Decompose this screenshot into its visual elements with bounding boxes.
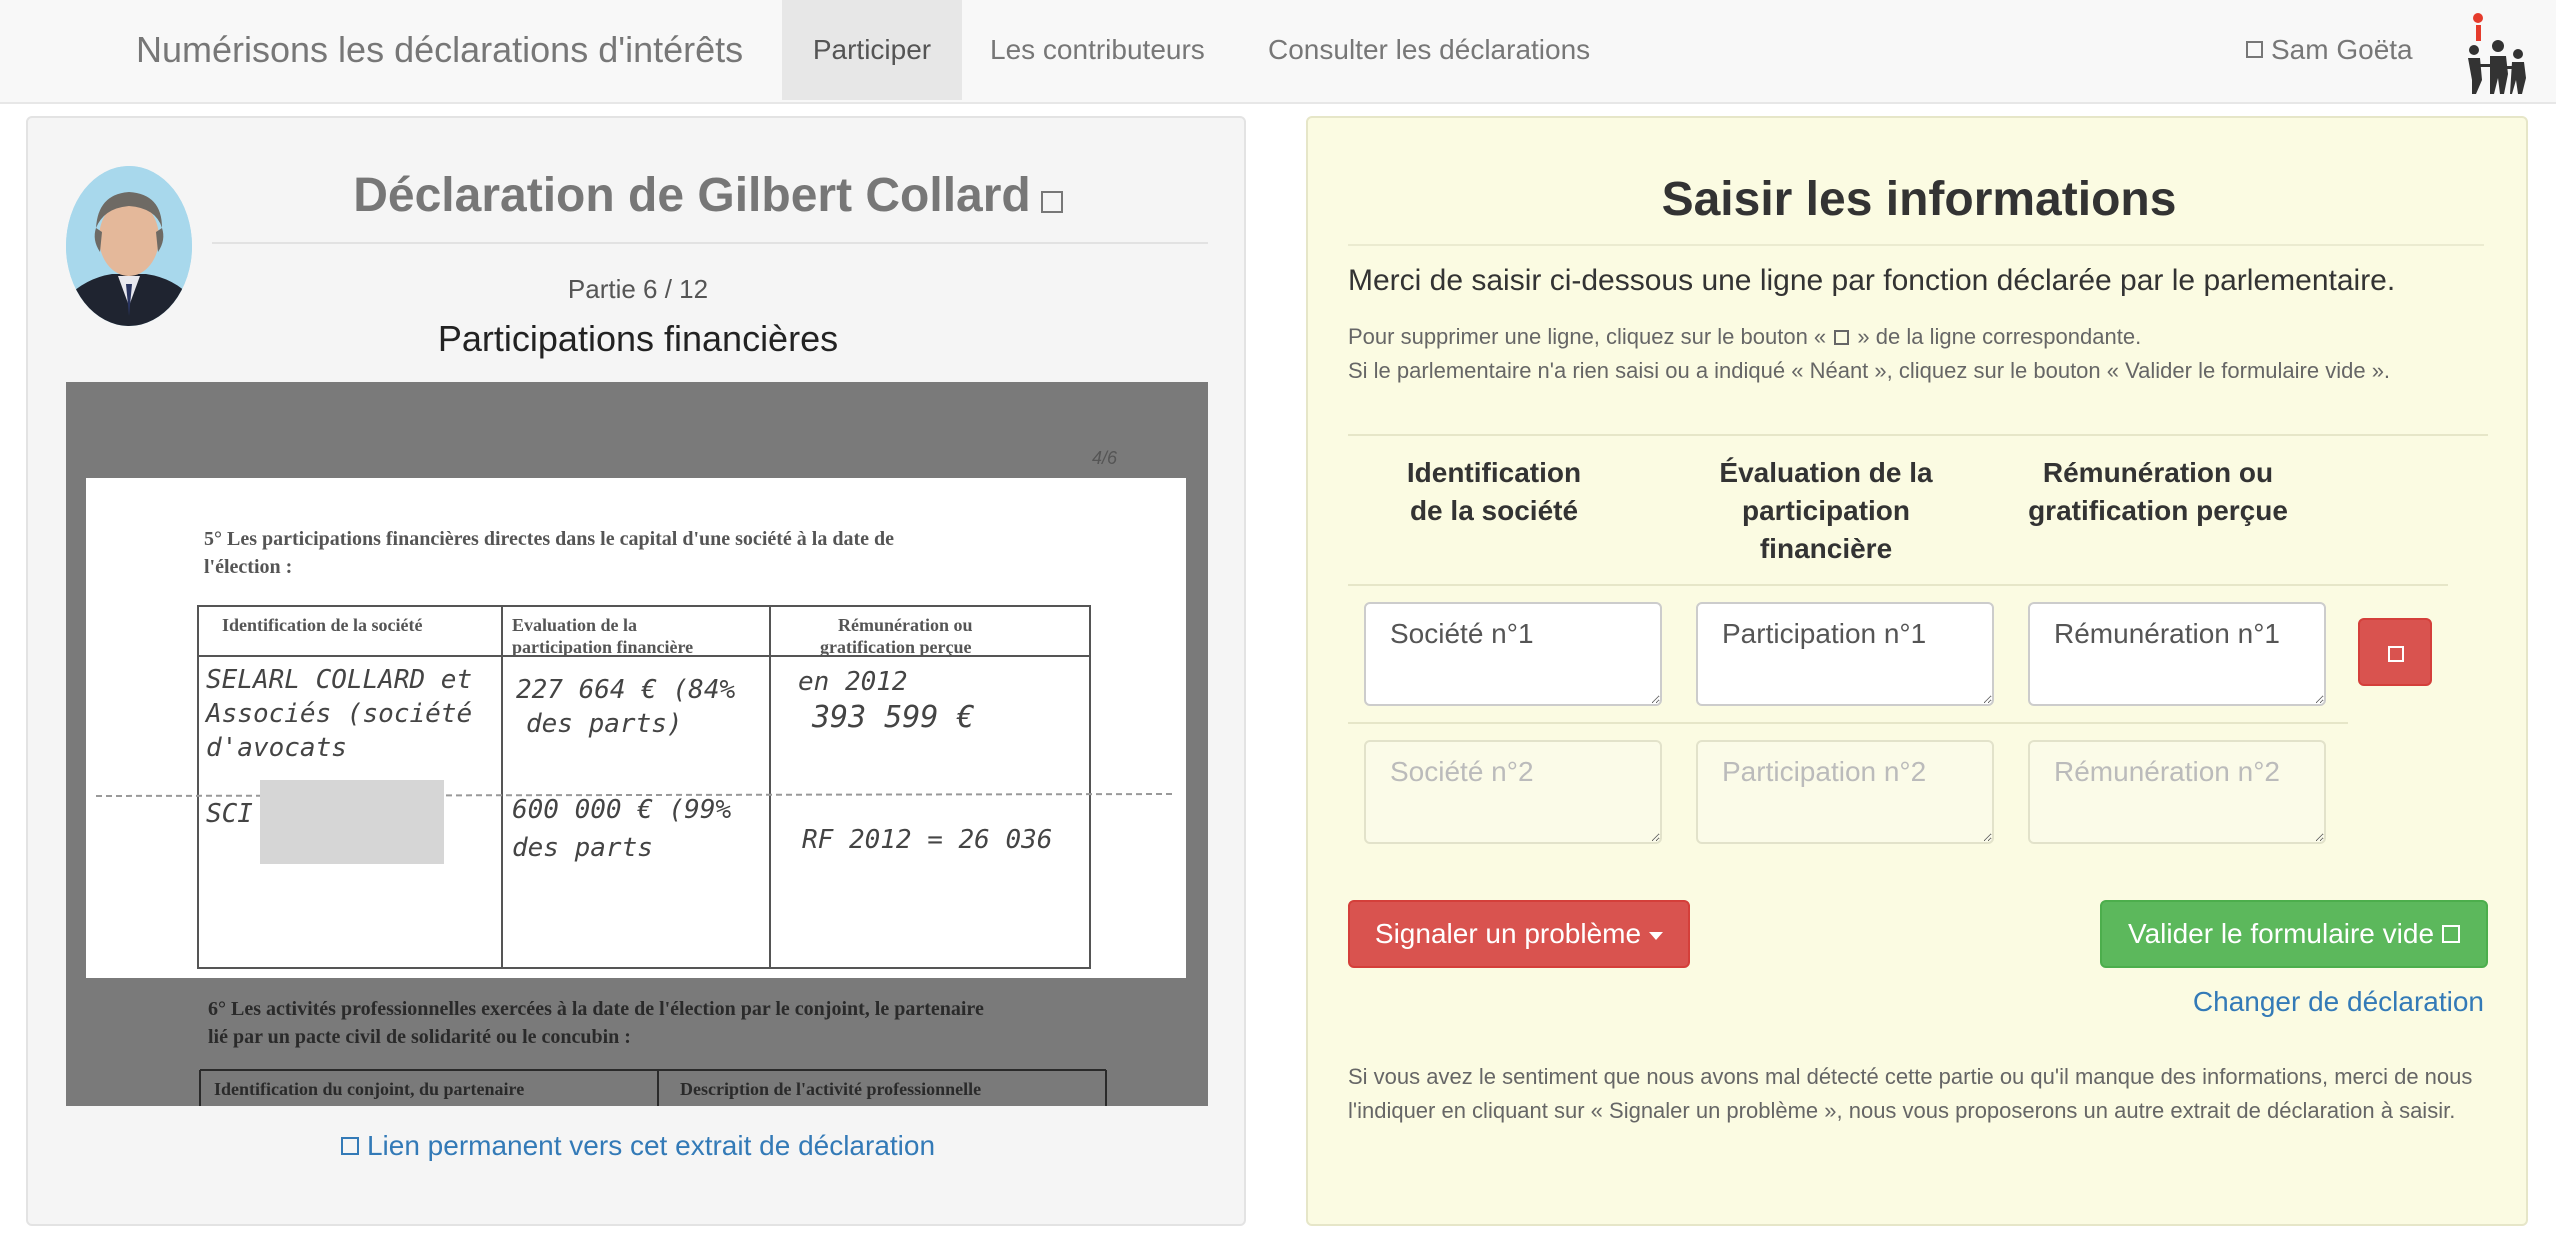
nav-participer[interactable]: Participer <box>782 0 962 100</box>
column-header-societe: Identification de la société <box>1344 454 1644 530</box>
caret-down-icon <box>1649 931 1664 940</box>
table-top-divider <box>1348 434 2488 436</box>
nav-consulter-declarations[interactable]: Consulter les déclarations <box>1268 0 1590 100</box>
section-title: Participations financières <box>437 318 839 359</box>
column-header-participation-l2: participation <box>1741 495 1910 526</box>
societe-field-1[interactable] <box>1364 602 1662 706</box>
column-header-participation-l3: financière <box>1759 533 1893 564</box>
column-header-participation-l1: Évaluation de la <box>1719 457 1933 488</box>
form-title-divider <box>1348 244 2484 246</box>
delete-row-1-button[interactable] <box>2358 618 2432 686</box>
form-intro: Merci de saisir ci-dessous une ligne par… <box>1348 264 2396 297</box>
validate-empty-form-button[interactable]: Valider le formulaire vide <box>2100 900 2488 968</box>
link-icon <box>340 1136 359 1155</box>
nav-contributeurs[interactable]: Les contributeurs <box>990 0 1205 100</box>
change-declaration-link[interactable]: Changer de déclaration <box>2174 986 2484 1018</box>
trash-icon-inline <box>1834 329 1850 345</box>
user-icon <box>2246 41 2263 59</box>
part-counter: Partie 6 / 12 <box>567 274 709 304</box>
declaration-scan-image: 4/6 5° Les participations financières di… <box>66 382 1208 1106</box>
participation-field-2[interactable] <box>1696 740 1994 844</box>
check-icon <box>2442 924 2461 943</box>
declaration-panel: Déclaration de Gilbert Collard Partie 6 … <box>26 116 1246 1226</box>
declaration-title-text: Déclaration de Gilbert Collard <box>353 169 1031 222</box>
permalink-text: Lien permanent vers cet extrait de décla… <box>366 1130 936 1161</box>
help-delete-row: Pour supprimer une ligne, cliquez sur le… <box>1348 324 2141 350</box>
scan-next-col2: Description de l'activité professionnell… <box>680 1079 982 1099</box>
column-header-remuneration: Rémunération ou gratification perçue <box>2008 454 2308 530</box>
column-header-participation: Évaluation de la participation financièr… <box>1676 454 1976 568</box>
user-name: Sam Goëta <box>2271 34 2413 65</box>
report-problem-label: Signaler un problème <box>1374 918 1642 949</box>
column-header-societe-l2: de la société <box>1409 495 1579 526</box>
row-divider <box>1348 722 2348 724</box>
form-title: Saisir les informations <box>1661 173 2177 226</box>
title-divider <box>212 242 1208 244</box>
family-logo-icon[interactable] <box>2460 10 2532 94</box>
nav-user-menu[interactable]: Sam Goëta <box>2246 0 2413 100</box>
table-header-divider <box>1348 584 2448 586</box>
help-delete-row-b: » de la ligne correspondante. <box>1857 324 2142 349</box>
external-link-icon[interactable] <box>1040 191 1063 214</box>
validate-empty-form-label: Valider le formulaire vide <box>2127 918 2435 949</box>
entry-form-panel: Saisir les informations Merci de saisir … <box>1306 116 2528 1226</box>
report-help-note: Si vous avez le sentiment que nous avons… <box>1348 1064 2473 1123</box>
participation-field-1[interactable] <box>1696 602 1994 706</box>
trash-icon <box>2388 646 2404 662</box>
declaration-title: Déclaration de Gilbert Collard <box>208 168 1208 223</box>
column-header-remuneration-l2: gratification perçue <box>2028 495 2288 526</box>
scan-next-table-lines <box>199 1069 1107 1106</box>
remuneration-field-2[interactable] <box>2028 740 2326 844</box>
top-navbar: Numérisons les déclarations d'intérêts P… <box>0 0 2556 104</box>
column-header-societe-l1: Identification <box>1406 457 1582 488</box>
remuneration-field-1[interactable] <box>2028 602 2326 706</box>
report-problem-button[interactable]: Signaler un problème <box>1348 900 1690 968</box>
societe-field-2[interactable] <box>1364 740 1662 844</box>
help-delete-row-a: Pour supprimer une ligne, cliquez sur le… <box>1348 324 1827 349</box>
site-brand[interactable]: Numérisons les déclarations d'intérêts <box>136 26 743 74</box>
permalink-link[interactable]: Lien permanent vers cet extrait de décla… <box>54 1130 1222 1162</box>
help-empty-form: Si le parlementaire n'a rien saisi ou a … <box>1348 358 2391 383</box>
column-header-remuneration-l1: Rémunération ou <box>2042 457 2274 488</box>
scan-next-col1: Identification du conjoint, du partenair… <box>214 1079 525 1099</box>
